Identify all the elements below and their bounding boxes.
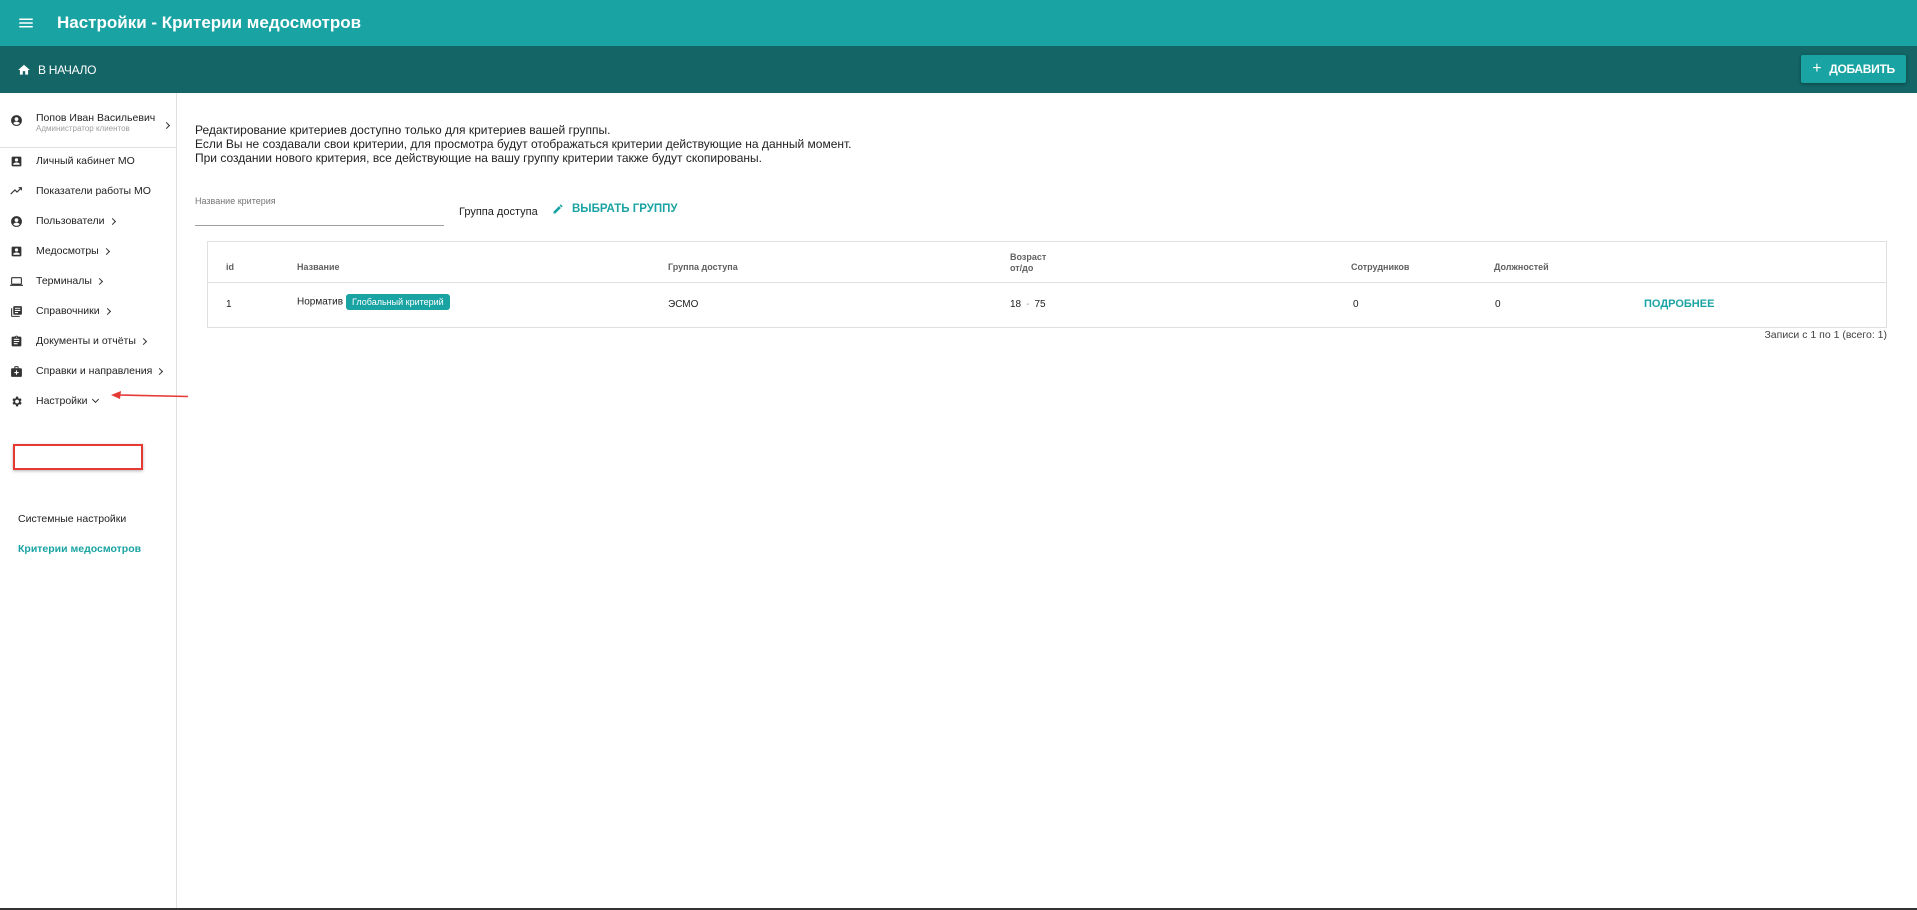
sidebar-subitem-exam-criteria[interactable]: Критерии медосмотров (18, 543, 141, 555)
gear-icon (12, 396, 22, 406)
age-from: 18 (1010, 299, 1022, 310)
cell-age: 18-75 (1010, 299, 1046, 310)
chevron-right-icon (162, 121, 171, 130)
global-criteria-badge: Глобальный критерий (346, 294, 450, 310)
user-name: Попов Иван Васильевич (36, 112, 156, 124)
column-header-employees[interactable]: Сотрудников (1351, 262, 1409, 273)
cell-positions: 0 (1495, 299, 1501, 310)
user-profile[interactable]: Попов Иван Васильевич Администратор клие… (0, 106, 176, 148)
add-button-label: ДОБАВИТЬ (1829, 62, 1895, 76)
chevron-right-icon (95, 277, 103, 285)
pagination-records: Записи с 1 по 1 (всего: 1) (1764, 329, 1887, 341)
sidebar-item-mo-stats[interactable]: Показатели работы МО (0, 178, 176, 204)
column-header-name[interactable]: Название (297, 262, 339, 273)
badge-icon (11, 246, 22, 256)
column-header-age-line: от/до (1010, 263, 1034, 273)
pencil-icon (553, 204, 563, 214)
column-header-age[interactable]: Возраст от/до (1010, 252, 1046, 274)
sidebar-item-label: Медосмотры (36, 245, 99, 257)
sidebar-item-label: Настройки (36, 395, 88, 407)
chevron-right-icon (156, 367, 164, 375)
table-header: id Название Группа доступа Возраст от/до… (208, 242, 1886, 283)
home-icon (18, 64, 30, 75)
sidebar-item-documents[interactable]: Документы и отчёты (0, 328, 176, 354)
sidebar-item-medical-exams[interactable]: Медосмотры (0, 238, 176, 264)
table-row: 1 Норматив Глобальный критерий ЭСМО 18-75… (208, 283, 1886, 328)
choose-group-label: ВЫБРАТЬ ГРУППУ (572, 203, 678, 215)
info-line: При создании нового критерия, все действ… (195, 151, 762, 165)
sidebar-item-label: Пользователи (36, 215, 105, 227)
user-role: Администратор клиентов (36, 124, 130, 133)
home-button-label: В НАЧАЛО (38, 62, 97, 77)
sidebar-item-label: Терминалы (36, 275, 92, 287)
chevron-right-icon (108, 217, 116, 225)
age-to: 75 (1034, 299, 1046, 310)
home-button[interactable]: В НАЧАЛО (17, 63, 96, 77)
sidebar-item-references[interactable]: Справочники (0, 298, 176, 324)
account-circle-icon (11, 215, 22, 227)
chevron-right-icon (102, 247, 110, 255)
sidebar-item-label: Документы и отчёты (36, 335, 136, 347)
medical-bag-icon (11, 365, 22, 377)
choose-group-button[interactable]: ВЫБРАТЬ ГРУППУ (552, 203, 678, 215)
sidebar-item-mo-cabinet[interactable]: Личный кабинет МО (0, 148, 176, 174)
chevron-down-icon (91, 395, 99, 404)
library-books-icon (11, 305, 22, 317)
column-header-id[interactable]: id (226, 262, 234, 273)
info-line: Если Вы не создавали свои критерии, для … (195, 137, 852, 151)
sidebar-item-label: Показатели работы МО (36, 185, 151, 197)
account-circle-icon (11, 115, 22, 126)
toolbar: В НАЧАЛО + ДОБАВИТЬ (0, 46, 1917, 93)
details-link[interactable]: ПОДРОБНЕЕ (1644, 298, 1714, 310)
cell-name: Норматив Глобальный критерий (297, 294, 450, 310)
laptop-icon (10, 276, 23, 286)
plus-icon: + (1812, 60, 1822, 77)
column-header-age-line: Возраст (1010, 252, 1047, 262)
sidebar-item-label: Личный кабинет МО (36, 155, 135, 167)
sidebar-item-label: Справочники (36, 305, 100, 317)
info-text: Редактирование критериев доступно только… (195, 123, 852, 165)
trending-up-icon (10, 186, 22, 194)
chevron-right-icon (139, 337, 147, 345)
badge-icon (11, 156, 22, 166)
column-header-positions[interactable]: Должностей (1494, 262, 1549, 273)
menu-icon[interactable] (14, 11, 38, 35)
cell-id: 1 (226, 299, 232, 310)
chevron-right-icon (103, 307, 111, 315)
column-header-group[interactable]: Группа доступа (668, 262, 738, 273)
age-separator: - (1026, 299, 1030, 310)
sidebar: Попов Иван Васильевич Администратор клие… (0, 93, 177, 910)
page-title: Настройки - Критерии медосмотров (57, 13, 362, 32)
clipboard-icon (11, 335, 22, 346)
access-group-label: Группа доступа (459, 206, 538, 218)
sidebar-subitem-system-settings[interactable]: Системные настройки (18, 513, 126, 525)
cell-group: ЭСМО (668, 299, 699, 310)
sidebar-item-label: Справки и направления (36, 365, 153, 377)
cell-employees: 0 (1353, 299, 1359, 310)
criteria-name: Норматив (297, 296, 344, 308)
main-content: Редактирование критериев доступно только… (177, 93, 1917, 910)
sidebar-item-terminals[interactable]: Терминалы (0, 268, 176, 294)
criteria-table: id Название Группа доступа Возраст от/до… (207, 241, 1887, 328)
app-bar: Настройки - Критерии медосмотров (0, 0, 1917, 46)
criteria-name-input[interactable] (195, 205, 444, 226)
sidebar-item-certificates[interactable]: Справки и направления (0, 358, 176, 384)
sidebar-item-users[interactable]: Пользователи (0, 208, 176, 234)
info-line: Редактирование критериев доступно только… (195, 123, 611, 137)
add-button[interactable]: + ДОБАВИТЬ (1801, 55, 1906, 83)
